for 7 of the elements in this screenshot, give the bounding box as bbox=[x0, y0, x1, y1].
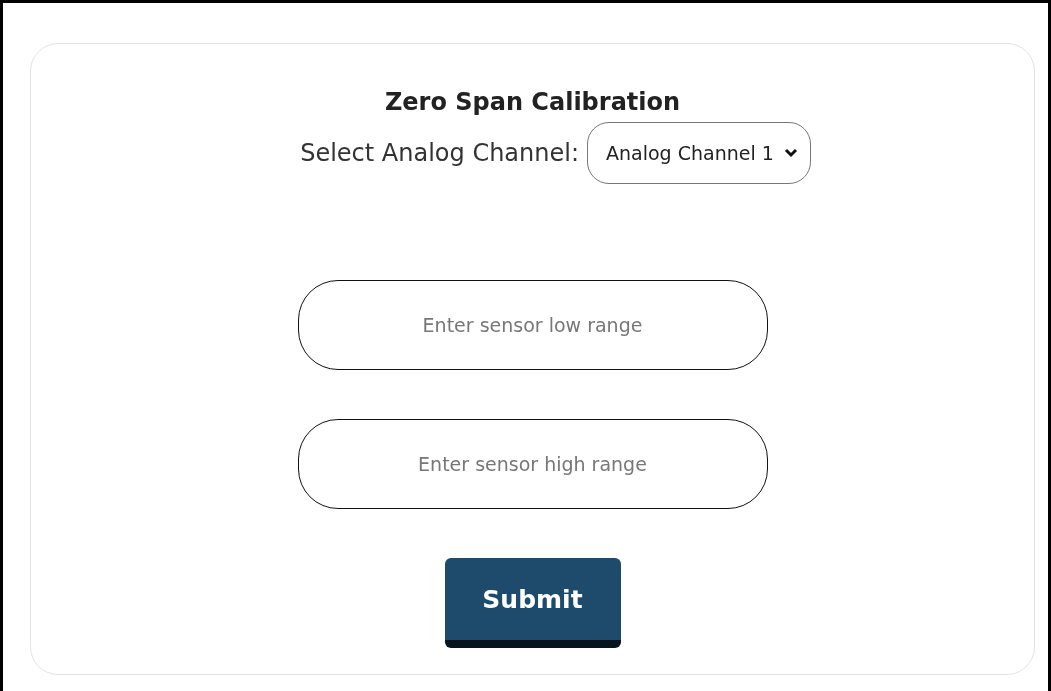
range-input[interactable]: Enter sensor low range bbox=[297, 280, 768, 370]
form-title: Zero Span Calibration bbox=[384, 88, 681, 116]
range-input[interactable]: Enter sensor high range bbox=[297, 419, 768, 509]
chevron-down-icon bbox=[783, 148, 798, 158]
submit-button[interactable]: Submit bbox=[444, 558, 621, 648]
channel-select[interactable]: Analog Channel 1 bbox=[587, 122, 811, 184]
channel-label: Select Analog Channel: bbox=[300, 139, 579, 167]
